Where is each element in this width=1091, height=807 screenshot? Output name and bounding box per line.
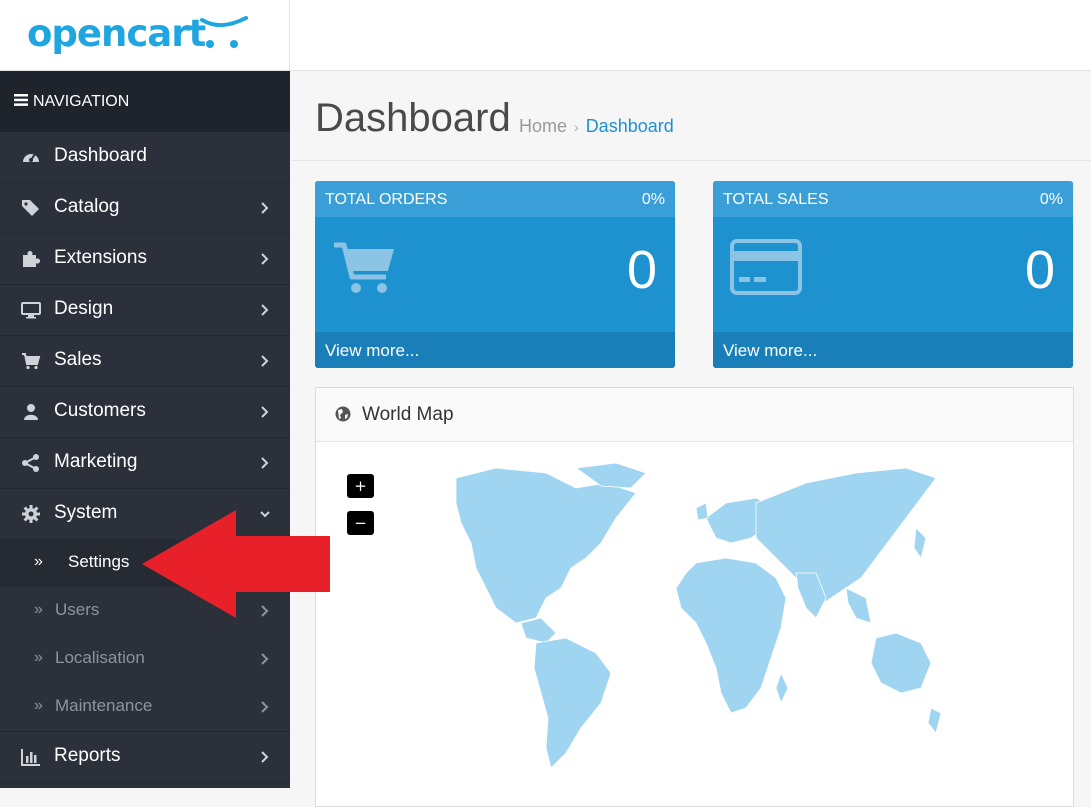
- breadcrumb-separator: ›: [574, 119, 579, 135]
- sidebar-item-design[interactable]: Design: [0, 285, 290, 336]
- nav-header-label: NAVIGATION: [33, 93, 130, 110]
- sidebar-item-reports[interactable]: Reports: [0, 732, 290, 783]
- sidebar-subitem-maintenance[interactable]: » Maintenance: [0, 683, 290, 731]
- tile-percent: 0%: [641, 191, 665, 208]
- sidebar-subitem-label: Settings: [68, 552, 130, 571]
- double-chevron-icon: »: [34, 601, 43, 618]
- sidebar-item-sales[interactable]: Sales: [0, 336, 290, 387]
- sidebar-item-label: Dashboard: [54, 145, 147, 166]
- tile-header: TOTAL SALES 0%: [713, 181, 1073, 217]
- chevron-right-icon: [261, 457, 269, 469]
- sidebar-item-label: Customers: [54, 400, 146, 421]
- total-sales-tile: TOTAL SALES 0% 0 View more...: [713, 181, 1073, 368]
- desktop-icon: [21, 302, 41, 319]
- sidebar-item-label: System: [54, 502, 118, 523]
- sidebar-item-label: Reports: [54, 745, 121, 766]
- bar-chart-icon: [21, 749, 40, 766]
- sidebar-subitem-localisation[interactable]: » Localisation: [0, 635, 290, 683]
- double-chevron-icon: »: [34, 697, 43, 714]
- sidebar-subitem-label: Maintenance: [55, 696, 153, 715]
- user-icon: [24, 404, 38, 420]
- tile-body: 0: [315, 217, 675, 332]
- page-header: Dashboard Home › Dashboard: [291, 72, 1091, 161]
- chevron-right-icon: [261, 406, 269, 418]
- sidebar-item-customers[interactable]: Customers: [0, 387, 290, 438]
- zoom-in-button[interactable]: +: [347, 474, 374, 498]
- tile-title: TOTAL SALES: [723, 191, 829, 208]
- sidebar-item-label: Sales: [54, 349, 102, 370]
- credit-card-icon: [730, 239, 802, 295]
- menu-bars-icon: [14, 93, 28, 106]
- sidebar-item-label: Catalog: [54, 196, 120, 217]
- chevron-right-icon: [261, 253, 269, 265]
- tile-body: 0: [713, 217, 1073, 332]
- chevron-right-icon: [261, 653, 269, 665]
- tile-header: TOTAL ORDERS 0%: [315, 181, 675, 217]
- sidebar-subitem-label: Localisation: [55, 648, 145, 667]
- globe-icon: [335, 406, 351, 422]
- breadcrumb-current-link[interactable]: Dashboard: [586, 116, 674, 136]
- tile-value: 0: [626, 240, 657, 300]
- double-chevron-icon: »: [34, 649, 43, 666]
- shopping-cart-icon: [334, 242, 394, 293]
- sidebar-nav: NAVIGATION Dashboard Catalog Extensions …: [0, 71, 290, 788]
- tile-percent: 0%: [1039, 191, 1063, 208]
- gear-icon: [22, 505, 40, 523]
- cart-icon: [22, 353, 41, 370]
- zoom-out-button[interactable]: −: [347, 511, 374, 535]
- logo[interactable]: opencart: [27, 12, 206, 55]
- total-orders-tile: TOTAL ORDERS 0% 0 View more...: [315, 181, 675, 368]
- double-chevron-icon: »: [34, 553, 43, 570]
- sidebar-item-extensions[interactable]: Extensions: [0, 234, 290, 285]
- logo-cart-icon: [200, 16, 248, 48]
- view-more-link[interactable]: View more...: [325, 341, 419, 361]
- sidebar-subitem-label: Users: [55, 600, 100, 619]
- chevron-right-icon: [261, 751, 269, 763]
- sidebar-item-catalog[interactable]: Catalog: [0, 183, 290, 234]
- sidebar-item-marketing[interactable]: Marketing: [0, 438, 290, 489]
- page-title: Dashboard: [315, 96, 511, 140]
- nav-header[interactable]: NAVIGATION: [0, 71, 290, 132]
- share-icon: [22, 454, 39, 472]
- world-map-panel: World Map + −: [315, 387, 1074, 807]
- chevron-right-icon: [261, 701, 269, 713]
- tile-title: TOTAL ORDERS: [325, 191, 448, 208]
- panel-title: World Map: [362, 404, 454, 425]
- annotation-arrow: [142, 510, 330, 618]
- dashboard-icon: [23, 153, 39, 162]
- top-header: opencart: [0, 0, 1091, 71]
- chevron-right-icon: [261, 304, 269, 316]
- breadcrumb: Home › Dashboard: [519, 116, 674, 137]
- chevron-right-icon: [261, 202, 269, 214]
- sidebar-item-dashboard[interactable]: Dashboard: [0, 132, 290, 183]
- puzzle-icon: [23, 251, 40, 267]
- sidebar-item-label: Extensions: [54, 247, 147, 268]
- tile-value: 0: [1024, 240, 1055, 300]
- logo-area[interactable]: opencart: [0, 0, 290, 71]
- chevron-right-icon: [261, 355, 269, 367]
- panel-header: World Map: [316, 388, 1073, 442]
- tile-footer: View more...: [315, 332, 675, 368]
- world-map[interactable]: [376, 448, 976, 788]
- sidebar-item-label: Marketing: [54, 451, 138, 472]
- sidebar-item-label: Design: [54, 298, 114, 319]
- tile-footer: View more...: [713, 332, 1073, 368]
- breadcrumb-home-link[interactable]: Home: [519, 116, 567, 136]
- view-more-link[interactable]: View more...: [723, 341, 817, 361]
- tags-icon: [22, 200, 39, 216]
